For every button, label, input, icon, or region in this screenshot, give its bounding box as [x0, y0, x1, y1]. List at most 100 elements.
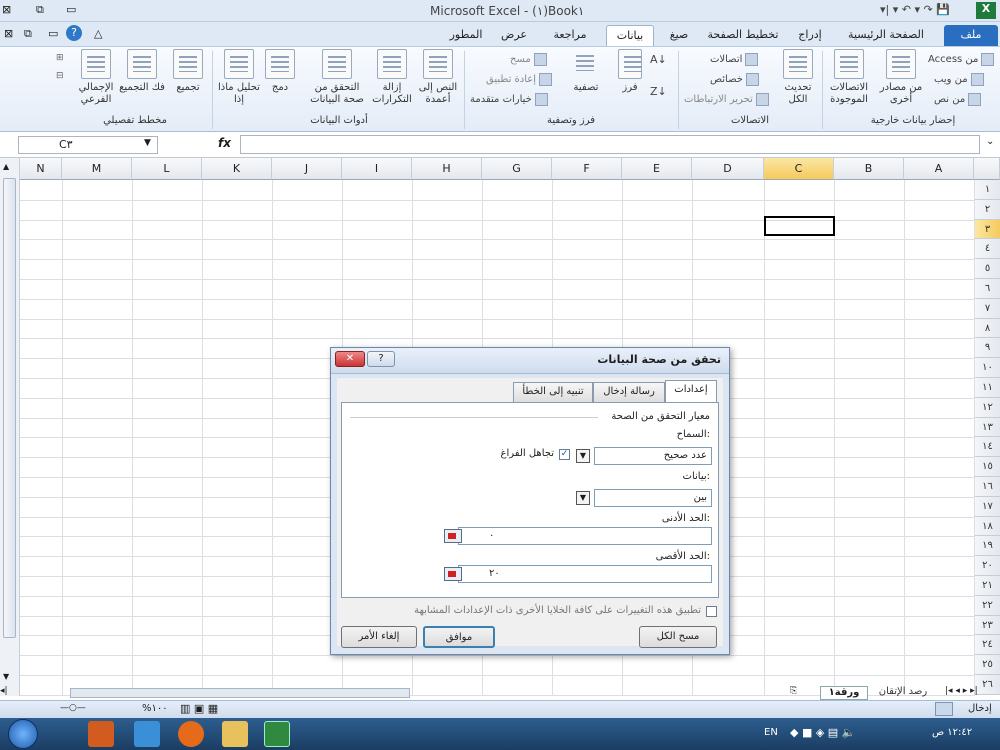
column-header-j[interactable]: J: [272, 158, 342, 180]
zoom-slider[interactable]: —○—: [60, 703, 120, 715]
refresh-all-button[interactable]: تحديث الكل: [776, 49, 820, 106]
data-select[interactable]: بين: [594, 489, 712, 507]
active-cell-c3[interactable]: [764, 216, 835, 236]
group-button[interactable]: تجميع: [166, 49, 210, 94]
data-dropdown-icon[interactable]: ▼: [576, 491, 590, 505]
tab-insert[interactable]: إدراج: [790, 25, 830, 46]
sheet-tab-active[interactable]: ورقة١: [820, 686, 868, 700]
sort-za-icon[interactable]: Z↓: [650, 85, 667, 98]
row-header-2[interactable]: ٢: [974, 199, 1000, 220]
row-header-12[interactable]: ١٢: [974, 397, 1000, 418]
minimum-input[interactable]: ٠: [458, 527, 712, 545]
row-header-22[interactable]: ٢٢: [974, 595, 1000, 616]
maximum-input[interactable]: ٢٠: [458, 565, 712, 583]
column-header-e[interactable]: E: [622, 158, 692, 180]
view-buttons-icon[interactable]: ▥ ▣ ▦: [180, 702, 218, 715]
connections-button[interactable]: اتصالات: [710, 51, 761, 69]
row-header-8[interactable]: ٨: [974, 318, 1000, 339]
clear-all-button[interactable]: مسح الكل: [639, 626, 717, 648]
tray-icons[interactable]: ◆ ■ ◈ ▤ 🔈: [790, 726, 855, 739]
hide-detail-icon[interactable]: ⊟: [56, 71, 64, 81]
tab-formulas[interactable]: صيغ: [664, 25, 694, 46]
column-header-i[interactable]: I: [342, 158, 412, 180]
row-header-17[interactable]: ١٧: [974, 496, 1000, 517]
help-icon[interactable]: ?: [66, 25, 82, 41]
row-header-24[interactable]: ٢٤: [974, 635, 1000, 656]
row-header-19[interactable]: ١٩: [974, 536, 1000, 557]
column-header-n[interactable]: N: [20, 158, 62, 180]
clear-filter-button[interactable]: مسح: [510, 51, 550, 69]
row-header-10[interactable]: ١٠: [974, 358, 1000, 378]
h-scroll-left-icon[interactable]: ◂|: [0, 686, 40, 700]
other-sources-button[interactable]: من مصادر أخرى: [872, 49, 930, 106]
tab-developer[interactable]: المطور: [448, 25, 484, 46]
row-header-7[interactable]: ٧: [974, 298, 1000, 319]
vertical-scrollbar[interactable]: ▲ ▼: [0, 158, 20, 696]
row-header-11[interactable]: ١١: [974, 378, 1000, 398]
column-header-b[interactable]: B: [834, 158, 904, 180]
from-access-button[interactable]: من Access: [928, 51, 997, 69]
column-header-m[interactable]: M: [62, 158, 132, 180]
existing-connections-button[interactable]: الاتصالات الموجودة: [826, 49, 872, 106]
tab-page-layout[interactable]: تخطيط الصفحة: [706, 25, 780, 46]
remove-duplicates-button[interactable]: إزالة التكرارات: [370, 49, 414, 106]
restore-icon[interactable]: ⧉: [36, 3, 44, 17]
from-web-button[interactable]: من ويب: [934, 71, 987, 89]
insert-sheet-icon[interactable]: ⎘: [790, 686, 820, 700]
row-header-15[interactable]: ١٥: [974, 457, 1000, 477]
tab-view[interactable]: عرض: [496, 25, 532, 46]
minimize-icon[interactable]: ▭: [66, 3, 76, 16]
dialog-help-icon[interactable]: ?: [367, 351, 395, 367]
start-button-icon[interactable]: [8, 719, 38, 749]
column-header-k[interactable]: K: [202, 158, 272, 180]
row-header-20[interactable]: ٢٠: [974, 556, 1000, 576]
show-detail-icon[interactable]: ⊞: [56, 53, 64, 63]
internet-explorer-icon[interactable]: [134, 721, 160, 747]
formula-input[interactable]: [240, 135, 980, 154]
properties-button[interactable]: خصائص: [710, 71, 762, 89]
reapply-button[interactable]: إعادة تطبيق: [486, 71, 555, 89]
row-header-3[interactable]: ٣: [974, 219, 1000, 240]
quick-access-toolbar[interactable]: ▾| ▾ ↶ ▾ ↷ 💾: [880, 3, 950, 16]
row-header-25[interactable]: ٢٥: [974, 655, 1000, 675]
name-box-dropdown-icon[interactable]: ▼: [144, 138, 151, 148]
tab-error-alert[interactable]: تنبيه إلى الخطأ: [513, 382, 593, 402]
column-header-h[interactable]: H: [412, 158, 482, 180]
minimize-window-icon[interactable]: ▭: [48, 27, 58, 40]
what-if-button[interactable]: تحليل ماذا إذا: [218, 49, 260, 106]
firefox-icon[interactable]: [178, 721, 204, 747]
tab-settings[interactable]: إعدادات: [665, 380, 717, 403]
column-header-a[interactable]: A: [904, 158, 974, 180]
row-header-21[interactable]: ٢١: [974, 576, 1000, 596]
apply-to-all-checkbox[interactable]: [706, 606, 717, 617]
text-to-columns-button[interactable]: النص إلى أعمدة: [414, 49, 462, 106]
close-icon[interactable]: ⊠: [4, 27, 13, 40]
row-header-6[interactable]: ٦: [974, 279, 1000, 299]
dialog-close-icon[interactable]: ✕: [335, 351, 365, 367]
column-header-f[interactable]: F: [552, 158, 622, 180]
row-header-18[interactable]: ١٨: [974, 516, 1000, 537]
cancel-button[interactable]: إلغاء الأمر: [341, 626, 417, 648]
ignore-blank-checkbox[interactable]: ✓: [559, 449, 570, 460]
ok-button[interactable]: موافق: [423, 626, 495, 648]
media-player-icon[interactable]: [88, 721, 114, 747]
excel-taskbar-icon[interactable]: [264, 721, 290, 747]
row-header-23[interactable]: ٢٣: [974, 615, 1000, 636]
ungroup-button[interactable]: فك التجميع: [118, 49, 166, 94]
row-header-16[interactable]: ١٦: [974, 477, 1000, 497]
language-indicator[interactable]: EN: [764, 727, 778, 738]
tab-home[interactable]: الصفحة الرئيسية: [840, 25, 932, 46]
tab-review[interactable]: مراجعة: [546, 25, 594, 46]
macro-record-icon[interactable]: [935, 702, 953, 716]
allow-select[interactable]: عدد صحيح: [594, 447, 712, 465]
from-text-button[interactable]: من نص: [934, 91, 984, 109]
sort-az-icon[interactable]: A↓: [650, 53, 667, 66]
sort-button[interactable]: فرز: [614, 49, 646, 94]
expand-formula-icon[interactable]: ⌄: [986, 136, 994, 147]
sheet-nav-icons[interactable]: |◂ ◂ ▸ ▸|: [945, 686, 1000, 700]
edit-links-button[interactable]: تحرير الارتباطات: [684, 91, 772, 109]
restore-window-icon[interactable]: ⧉: [24, 27, 32, 41]
row-header-13[interactable]: ١٣: [974, 417, 1000, 438]
row-header-5[interactable]: ٥: [974, 259, 1000, 279]
subtotal-button[interactable]: الإجمالي الفرعي: [74, 49, 118, 106]
